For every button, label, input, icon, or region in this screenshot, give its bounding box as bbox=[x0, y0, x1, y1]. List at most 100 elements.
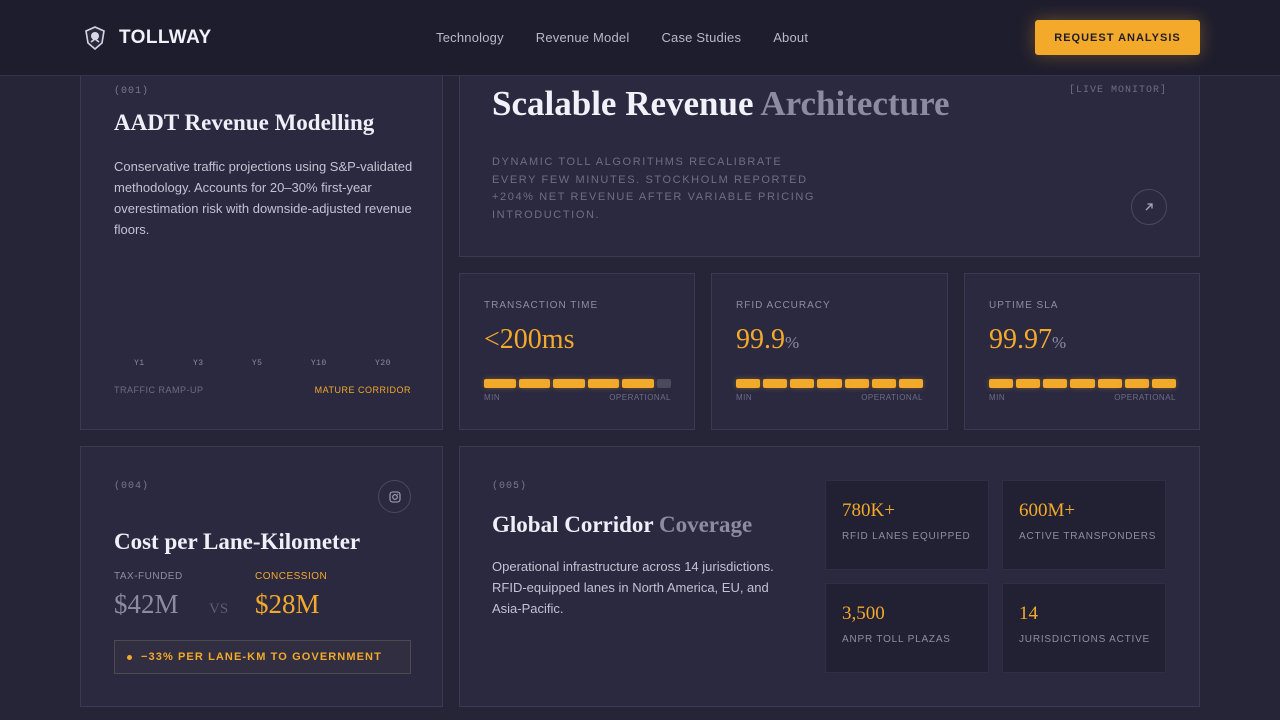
bar-segment bbox=[553, 379, 585, 388]
bar-segment bbox=[817, 379, 842, 388]
top-navbar: TOLLWAY Technology Revenue Model Case St… bbox=[0, 0, 1280, 76]
metric-transaction-time: TRANSACTION TIME <200ms MIN OPERATIONAL bbox=[459, 273, 695, 430]
nav-links: Technology Revenue Model Case Studies Ab… bbox=[436, 30, 808, 45]
bar-scale: MIN OPERATIONAL bbox=[484, 393, 671, 402]
metric-label: RFID ACCURACY bbox=[736, 300, 831, 311]
bar-segment bbox=[736, 379, 761, 388]
bar-segment bbox=[844, 379, 869, 388]
arrow-up-right-icon bbox=[1145, 203, 1153, 211]
metric-number: 99.9 bbox=[736, 324, 785, 355]
card-number: (001) bbox=[114, 86, 150, 97]
bar-segment bbox=[1097, 379, 1122, 388]
metric-unit: % bbox=[1052, 333, 1067, 352]
callout-text: −33% PER LANE-KM TO GOVERNMENT bbox=[141, 651, 382, 663]
bar-segment bbox=[1043, 379, 1068, 388]
metric-value: 99.97% bbox=[989, 324, 1066, 356]
camera-button[interactable] bbox=[378, 480, 411, 513]
camera-icon bbox=[388, 490, 401, 503]
card-number: (005) bbox=[492, 481, 528, 492]
tax-funded-label: TAX-FUNDED bbox=[114, 571, 183, 582]
card-title: AADT Revenue Modelling bbox=[114, 110, 375, 135]
savings-callout: −33% PER LANE-KM TO GOVERNMENT bbox=[114, 640, 411, 674]
bar-segment bbox=[1151, 379, 1176, 388]
nav-link-technology[interactable]: Technology bbox=[436, 30, 504, 45]
stat-tile: 780K+ RFID LANES EQUIPPED bbox=[825, 480, 989, 570]
architecture-title: Scalable Revenue Architecture bbox=[492, 84, 950, 124]
stat-label: RFID LANES EQUIPPED bbox=[842, 531, 971, 542]
tax-funded-value: $42M bbox=[114, 589, 179, 619]
bullet-dot-icon bbox=[127, 654, 132, 660]
stat-tile: 14 JURISDICTIONS ACTIVE bbox=[1002, 583, 1166, 673]
scale-max: OPERATIONAL bbox=[609, 393, 671, 402]
year-axis: Y1 Y3 Y5 Y10 Y20 bbox=[114, 359, 411, 368]
year-label: Y3 bbox=[192, 359, 204, 368]
title-accent: Coverage bbox=[658, 512, 753, 537]
stat-tile: 600M+ ACTIVE TRANSPONDERS bbox=[1002, 480, 1166, 570]
bar-segment bbox=[1016, 379, 1041, 388]
bar-segment bbox=[518, 379, 551, 388]
metric-rfid-accuracy: RFID ACCURACY 99.9% MIN OPERATIONAL bbox=[711, 273, 948, 430]
card-footer: TRAFFIC RAMP-UP MATURE CORRIDOR bbox=[114, 385, 411, 395]
metric-number: <200ms bbox=[484, 324, 575, 355]
metric-uptime-sla: UPTIME SLA 99.97% MIN OPERATIONAL bbox=[964, 273, 1200, 430]
bar-segment bbox=[898, 379, 923, 388]
coverage-description: Operational infrastructure across 14 jur… bbox=[492, 559, 774, 616]
bar-segment bbox=[1124, 379, 1149, 388]
brand[interactable]: TOLLWAY bbox=[84, 26, 212, 50]
scale-max: OPERATIONAL bbox=[1114, 393, 1176, 402]
stat-value: 14 bbox=[1019, 603, 1038, 624]
cost-per-lane-card: (004) Cost per Lane-Kilometer TAX-FUNDED… bbox=[80, 446, 443, 707]
bar-segment bbox=[1070, 379, 1095, 388]
bar-segment bbox=[790, 379, 815, 388]
segment-bar bbox=[484, 379, 671, 388]
footer-left-label: TRAFFIC RAMP-UP bbox=[114, 385, 204, 395]
year-label: Y1 bbox=[134, 359, 145, 368]
scale-min: MIN bbox=[989, 393, 1006, 402]
footer-right-label: MATURE CORRIDOR bbox=[314, 385, 411, 395]
bar-segment bbox=[871, 379, 896, 388]
global-coverage-card: (005) Global Corridor Coverage Operation… bbox=[459, 446, 1200, 707]
aadt-revenue-card: (001) AADT Revenue Modelling Conservativ… bbox=[80, 64, 443, 430]
metric-value: 99.9% bbox=[736, 324, 799, 356]
stat-tile: 3,500 ANPR TOLL PLAZAS bbox=[825, 583, 989, 673]
nav-link-about[interactable]: About bbox=[773, 30, 808, 45]
concession-value: $28M bbox=[255, 589, 320, 619]
bar-segment bbox=[989, 379, 1014, 388]
bar-segment bbox=[484, 379, 516, 388]
segment-bar bbox=[736, 379, 923, 388]
metric-unit: % bbox=[785, 333, 800, 352]
architecture-description: Dynamic toll algorithms recalibrate ever… bbox=[492, 156, 816, 221]
shield-logo-icon bbox=[85, 26, 105, 50]
title-main: Scalable Revenue bbox=[492, 84, 754, 123]
nav-link-case-studies[interactable]: Case Studies bbox=[661, 30, 741, 45]
nav-link-revenue-model[interactable]: Revenue Model bbox=[536, 30, 630, 45]
coverage-title: Global Corridor Coverage bbox=[492, 512, 752, 538]
stat-value: 600M+ bbox=[1019, 500, 1076, 521]
year-label: Y10 bbox=[310, 359, 327, 368]
stat-value: 780K+ bbox=[842, 500, 895, 521]
bar-scale: MIN OPERATIONAL bbox=[736, 393, 923, 402]
card-number: (004) bbox=[114, 481, 150, 492]
scalable-architecture-card: Scalable Revenue Architecture [LIVE MONI… bbox=[459, 64, 1200, 257]
metric-label: UPTIME SLA bbox=[989, 300, 1059, 311]
title-main: Global Corridor bbox=[492, 512, 654, 537]
brand-name: TOLLWAY bbox=[119, 27, 212, 48]
stat-label: JURISDICTIONS ACTIVE bbox=[1019, 634, 1151, 645]
bar-segment bbox=[763, 379, 788, 388]
bar-scale: MIN OPERATIONAL bbox=[989, 393, 1176, 402]
arrow-up-right-button[interactable] bbox=[1131, 189, 1167, 225]
stat-label: ANPR TOLL PLAZAS bbox=[842, 634, 951, 645]
year-label: Y20 bbox=[375, 359, 391, 368]
metric-label: TRANSACTION TIME bbox=[484, 300, 599, 311]
bar-segment bbox=[656, 379, 671, 388]
request-analysis-button[interactable]: REQUEST ANALYSIS bbox=[1035, 20, 1200, 55]
scale-max: OPERATIONAL bbox=[861, 393, 923, 402]
metric-number: 99.97 bbox=[989, 324, 1052, 355]
card-description: Conservative traffic projections using S… bbox=[114, 159, 413, 237]
stat-value: 3,500 bbox=[842, 603, 885, 624]
title-accent: Architecture bbox=[760, 84, 950, 123]
concession-label: CONCESSION bbox=[255, 571, 328, 582]
segment-bar bbox=[989, 379, 1176, 388]
vs-label: VS bbox=[209, 601, 229, 617]
stat-label: ACTIVE TRANSPONDERS bbox=[1019, 531, 1157, 542]
